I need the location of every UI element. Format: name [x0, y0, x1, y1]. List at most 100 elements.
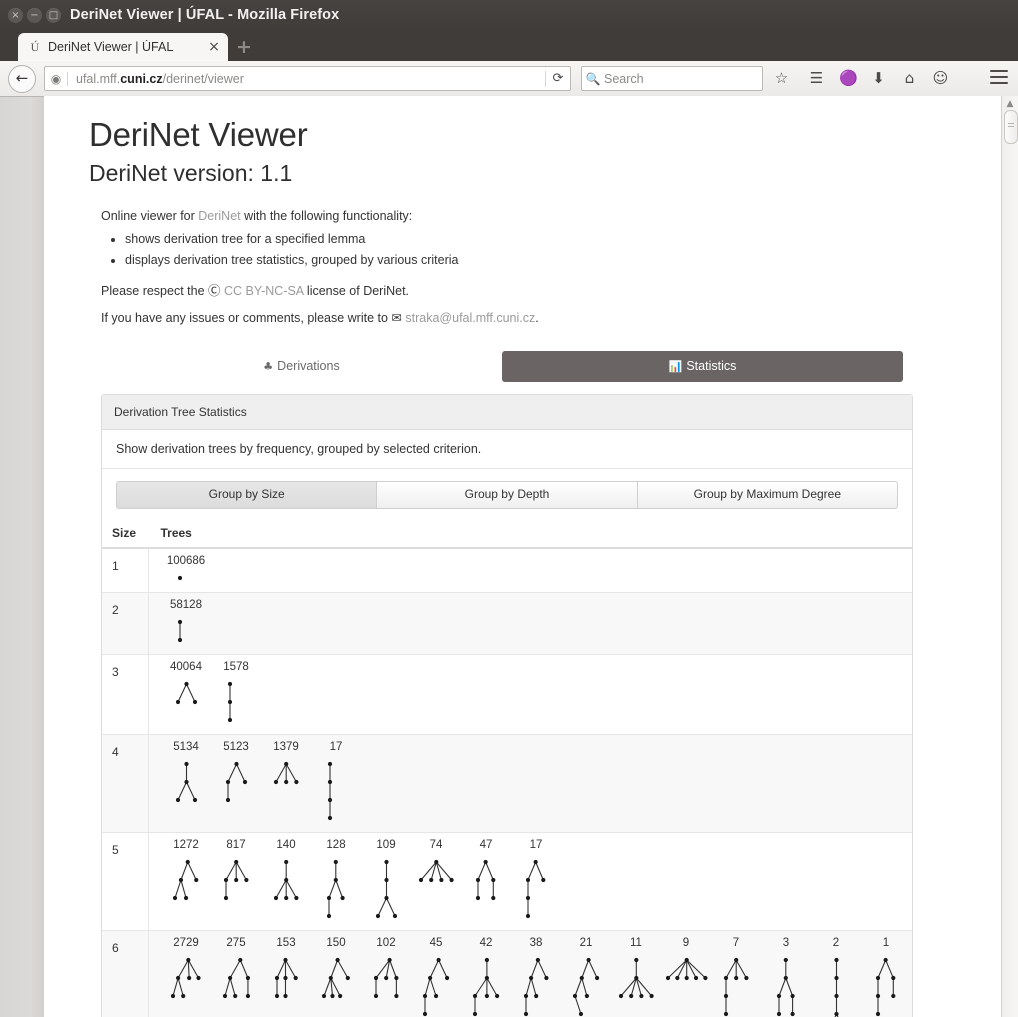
scroll-up-icon[interactable]: ▲: [1003, 98, 1017, 110]
tree-diagram: [411, 952, 461, 1017]
reload-icon[interactable]: ⟳: [545, 70, 570, 87]
tree-count: 817: [226, 839, 246, 852]
tab-derivations[interactable]: ♣ Derivations: [101, 351, 502, 382]
tree-item[interactable]: 1578: [211, 661, 261, 728]
tree-item[interactable]: 17: [311, 741, 361, 826]
tree-item[interactable]: 21: [561, 937, 611, 1017]
address-bar[interactable]: ◉ ufal.mff.cuni.cz/derinet/viewer ⟳: [44, 66, 571, 91]
tree-count: 17: [529, 839, 543, 852]
tree-count: 153: [276, 937, 296, 950]
license-link[interactable]: CC BY-NC-SA: [224, 284, 303, 298]
page-subtitle: DeriNet version: 1.1: [89, 160, 293, 186]
close-icon: ×: [11, 10, 20, 21]
table-row: 4 5134 5123 1379 17: [102, 734, 912, 833]
tree-item[interactable]: 40064: [161, 661, 211, 728]
tree-item[interactable]: 58128: [161, 599, 211, 648]
tree-diagram: [261, 756, 311, 790]
derinet-link[interactable]: DeriNet: [198, 209, 240, 223]
group-by-maximum-degree-button[interactable]: Group by Maximum Degree: [637, 481, 898, 510]
tree-count: 128: [326, 839, 346, 852]
tree-gallery: 40064 1578: [161, 661, 912, 728]
tree-diagram: [261, 854, 311, 906]
menu-icon[interactable]: [990, 70, 1008, 85]
tree-item[interactable]: 153: [261, 937, 311, 1017]
page-title: DeriNet Viewer: [89, 116, 308, 153]
tab-statistics[interactable]: 📊 Statistics: [502, 351, 903, 383]
tree-item[interactable]: 140: [261, 839, 311, 924]
chat-icon[interactable]: ☺: [932, 70, 949, 87]
bookmark-star-icon[interactable]: ☆: [773, 70, 790, 87]
tree-count: 3: [782, 937, 790, 950]
maximize-window-button[interactable]: □: [46, 8, 61, 23]
pocket-icon[interactable]: 🟣: [839, 70, 858, 87]
tree-item[interactable]: 17: [511, 839, 561, 924]
tree-item[interactable]: 47: [461, 839, 511, 924]
tree-item[interactable]: 128: [311, 839, 361, 924]
tree-diagram: [311, 854, 361, 924]
tree-item[interactable]: 150: [311, 937, 361, 1017]
new-tab-button[interactable]: +: [234, 38, 254, 58]
contact-email-link[interactable]: straka@ufal.mff.cuni.cz: [405, 311, 535, 325]
license-paragraph: Please respect the Ⓒ CC BY-NC-SA license…: [101, 280, 954, 299]
tree-diagram: [861, 952, 911, 1017]
tree-diagram: [711, 952, 761, 1017]
tree-item[interactable]: 7: [711, 937, 761, 1017]
tree-gallery: 1272 817 140 128 109 74 47 17: [161, 839, 912, 924]
tree-item[interactable]: 11: [611, 937, 661, 1017]
tree-gallery: 27292751531501024542382111973211: [161, 937, 912, 1017]
table-row: 5 1272 817 140 128 109 74 47 17: [102, 832, 912, 931]
table-row: 2 58128: [102, 592, 912, 655]
tree-count: 7: [732, 937, 740, 950]
group-by-depth-button[interactable]: Group by Depth: [377, 481, 638, 510]
tree-item[interactable]: 1379: [261, 741, 311, 826]
scrollbar-thumb[interactable]: [1004, 110, 1018, 144]
tree-item[interactable]: 5134: [161, 741, 211, 826]
tab-statistics-label: Statistics: [686, 359, 737, 374]
tree-item[interactable]: 42: [461, 937, 511, 1017]
minimize-window-button[interactable]: −: [27, 8, 42, 23]
tree-count: 1272: [173, 839, 199, 852]
tree-item[interactable]: 9: [661, 937, 711, 1017]
tree-item[interactable]: 2: [811, 937, 861, 1017]
tree-item[interactable]: 45: [411, 937, 461, 1017]
tree-item[interactable]: 3: [761, 937, 811, 1017]
cell-trees: 1272 817 140 128 109 74 47 17: [148, 832, 912, 931]
tree-diagram: [261, 952, 311, 1004]
tab-close-icon[interactable]: ×: [204, 40, 224, 54]
tree-count: 150: [326, 937, 346, 950]
home-icon[interactable]: ⌂: [901, 70, 918, 87]
back-button[interactable]: ←: [8, 64, 36, 93]
tree-item[interactable]: 275: [211, 937, 261, 1017]
browser-tab-derinet[interactable]: Ú DeriNet Viewer | ÚFAL ×: [18, 33, 228, 61]
tree-item[interactable]: 74: [411, 839, 461, 924]
reader-list-icon[interactable]: ☰: [808, 70, 825, 87]
table-header-row: Size Trees: [102, 519, 912, 550]
downloads-icon[interactable]: ⬇: [870, 70, 887, 87]
cell-trees: 5134 5123 1379 17: [148, 734, 912, 833]
group-by-button-group: Group by Size Group by Depth Group by Ma…: [116, 481, 898, 510]
tree-item[interactable]: 102: [361, 937, 411, 1017]
close-window-button[interactable]: ×: [8, 8, 23, 23]
tree-item[interactable]: 1272: [161, 839, 211, 924]
tree-item[interactable]: 38: [511, 937, 561, 1017]
tree-count: 11: [630, 937, 642, 950]
tree-count: 5134: [173, 741, 199, 754]
search-icon: 🔍: [585, 71, 601, 86]
tree-item[interactable]: 5123: [211, 741, 261, 826]
tree-item[interactable]: 817: [211, 839, 261, 924]
tree-diagram: [611, 952, 661, 1004]
group-by-size-button[interactable]: Group by Size: [116, 481, 378, 510]
tree-item[interactable]: 2729: [161, 937, 211, 1017]
panel-heading: Derivation Tree Statistics: [102, 395, 912, 431]
search-bar[interactable]: 🔍 Search: [581, 66, 763, 91]
vertical-scrollbar[interactable]: ▲: [1001, 96, 1018, 1017]
tree-item[interactable]: 100686: [161, 555, 211, 586]
tree-count: 74: [429, 839, 443, 852]
page-viewport: DeriNet Viewer DeriNet version: 1.1 Onli…: [44, 96, 1018, 1017]
tree-diagram: [211, 952, 261, 1004]
tree-item[interactable]: 1: [861, 937, 911, 1017]
tree-diagram: [211, 854, 261, 906]
tree-diagram: [311, 756, 361, 826]
tree-count: 140: [276, 839, 296, 852]
tree-item[interactable]: 109: [361, 839, 411, 924]
